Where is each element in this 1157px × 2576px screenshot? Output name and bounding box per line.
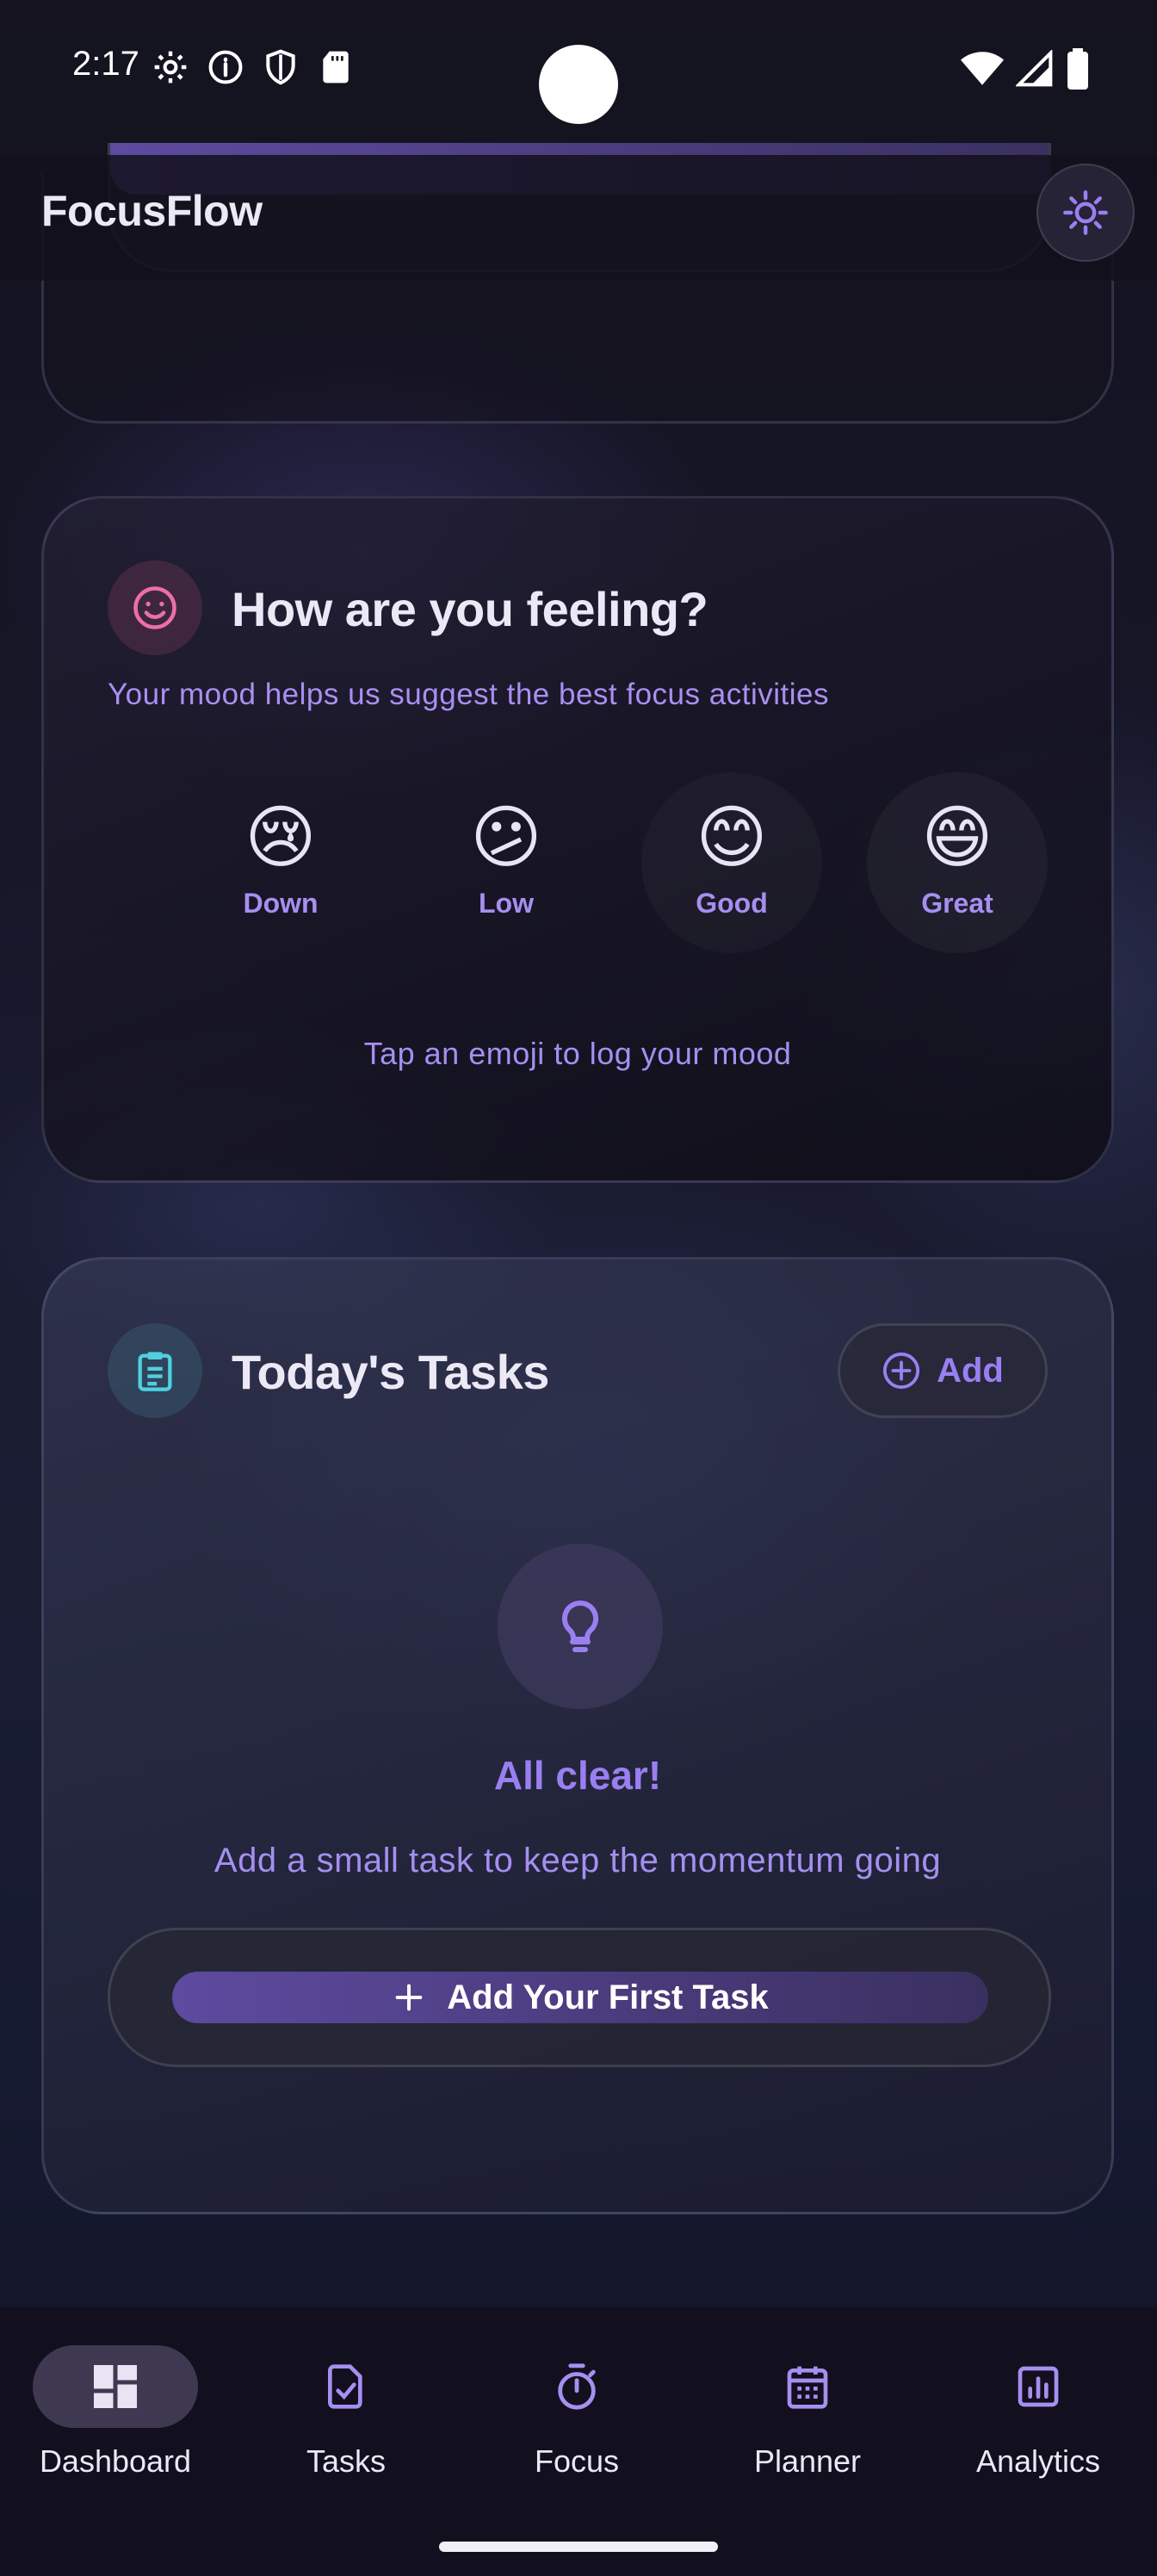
- sun-icon: [1063, 190, 1108, 235]
- nav-item-planner[interactable]: Planner: [692, 2345, 923, 2480]
- plus-icon: [395, 1984, 423, 2011]
- theme-toggle-button[interactable]: [1036, 164, 1135, 262]
- add-first-task-button[interactable]: Add Your First Task: [172, 1972, 988, 2023]
- tasks-title: Today's Tasks: [232, 1345, 549, 1399]
- tasks-icon: [328, 2364, 362, 2409]
- signal-icon: [1016, 50, 1053, 87]
- mood-card: How are you feeling? Your mood helps us …: [41, 496, 1114, 1183]
- nav-item-tasks[interactable]: Tasks: [231, 2345, 461, 2480]
- smiley-icon: [133, 586, 176, 629]
- gesture-handle[interactable]: [439, 2542, 718, 2552]
- status-icons-left: [152, 48, 355, 86]
- nav-label: Dashboard: [39, 2443, 192, 2479]
- add-task-label: Add: [937, 1351, 1004, 1390]
- lightbulb-icon: [561, 1600, 599, 1652]
- mood-emoji: 😕: [470, 799, 542, 876]
- mood-emoji: 😊: [696, 799, 768, 876]
- mood-label: Low: [479, 888, 534, 919]
- mood-emoji: 😄: [921, 799, 993, 876]
- app-title: FocusFlow: [41, 187, 263, 235]
- camera-cutout: [539, 45, 618, 124]
- status-time: 2:17: [72, 45, 139, 83]
- settings-icon: [154, 51, 187, 84]
- empty-state-badge: [498, 1544, 663, 1709]
- calendar-icon: [787, 2366, 828, 2409]
- nav-label: Focus: [534, 2443, 620, 2479]
- nav-icon-container: [725, 2345, 890, 2428]
- nav-item-analytics[interactable]: Analytics: [923, 2345, 1154, 2480]
- mood-label: Great: [921, 888, 993, 919]
- mood-option-down[interactable]: 😢 Down: [190, 772, 371, 953]
- empty-state-message: Add a small task to keep the momentum go…: [213, 1842, 942, 1879]
- battery-icon: [1067, 48, 1088, 90]
- add-task-button[interactable]: Add: [838, 1323, 1048, 1418]
- mood-hint: Tap an emoji to log your mood: [363, 1036, 792, 1071]
- mood-label: Down: [243, 888, 319, 919]
- mood-subtitle: Your mood helps us suggest the best focu…: [108, 678, 829, 711]
- dashboard-icon: [94, 2365, 137, 2408]
- nav-icon-container: [33, 2345, 198, 2428]
- bottom-nav: Dashboard Tasks Focus Planner Analytics: [0, 2307, 1157, 2576]
- nav-icon-container: [494, 2345, 659, 2428]
- nav-icon-container: [956, 2345, 1121, 2428]
- sd-card-icon: [323, 51, 349, 84]
- nav-item-dashboard[interactable]: Dashboard: [0, 2345, 231, 2480]
- status-icons-right: [961, 48, 1090, 90]
- nav-label: Planner: [753, 2443, 862, 2479]
- nav-label: Analytics: [975, 2443, 1101, 2479]
- mood-label: Good: [696, 888, 768, 919]
- mood-title: How are you feeling?: [232, 582, 708, 636]
- mood-options: 😢 Down 😕 Low 😊 Good 😄 Great: [190, 772, 1068, 953]
- wifi-icon: [961, 52, 1004, 85]
- mood-option-good[interactable]: 😊 Good: [641, 772, 822, 953]
- add-first-task-container: Add Your First Task: [108, 1928, 1051, 2067]
- plus-circle-icon: [883, 1352, 920, 1390]
- tasks-icon-badge: [108, 1323, 202, 1418]
- mood-option-great[interactable]: 😄 Great: [867, 772, 1048, 953]
- info-icon: [208, 50, 243, 84]
- mood-emoji: 😢: [244, 799, 317, 876]
- nav-label: Tasks: [306, 2443, 387, 2479]
- mood-icon-badge: [108, 560, 202, 655]
- analytics-icon: [1018, 2366, 1059, 2407]
- nav-icon-container: [263, 2345, 429, 2428]
- shield-icon: [266, 49, 295, 85]
- app-bar: FocusFlow: [0, 155, 1157, 281]
- timer-icon: [558, 2363, 596, 2410]
- mood-option-low[interactable]: 😕 Low: [416, 772, 597, 953]
- clipboard-icon: [138, 1352, 172, 1391]
- nav-item-focus[interactable]: Focus: [461, 2345, 692, 2480]
- empty-state-title: All clear!: [493, 1753, 662, 1798]
- add-first-task-label: Add Your First Task: [447, 1978, 769, 2016]
- tasks-card: Today's Tasks Add All clear! Add a small…: [41, 1257, 1114, 2214]
